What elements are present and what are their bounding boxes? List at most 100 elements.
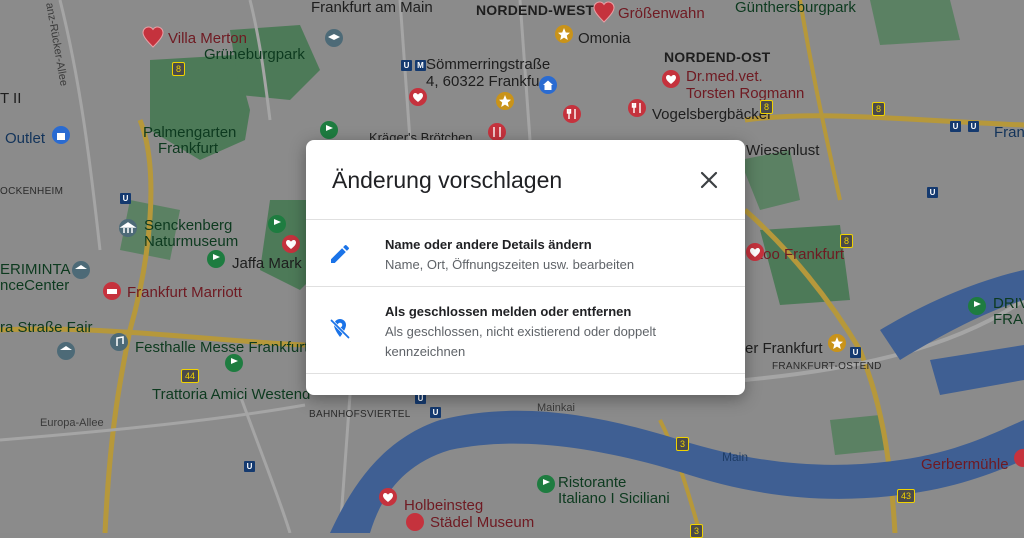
park-pin-icon[interactable]: [266, 214, 288, 236]
map-label-soemmerring-address: 4, 60322 Frankfu...: [426, 73, 552, 90]
music-pin-icon[interactable]: [108, 332, 130, 354]
map-label-frankfurt-marriott[interactable]: Frankfurt Marriott: [127, 285, 242, 301]
map-label-jaffa[interactable]: Jaffa Mark: [232, 256, 302, 272]
home-pin-icon[interactable]: [537, 75, 559, 97]
map-label-ristorante[interactable]: Ristorante: [558, 475, 626, 491]
museum-pin-icon[interactable]: [55, 341, 77, 363]
option-subtitle: Name, Ort, Öffnungszeiten usw. bearbeite…: [385, 257, 635, 272]
subway-icon: U: [401, 60, 412, 71]
heart-pin-icon[interactable]: [744, 242, 766, 264]
map-label-palmengarten[interactable]: Palmengarten: [143, 125, 236, 141]
heart-pin-icon[interactable]: [1012, 448, 1024, 470]
map-label-gerbermuehle[interactable]: Gerbermühle: [921, 457, 1009, 473]
map-label-dr-med-vet[interactable]: Dr.med.vet.: [686, 69, 763, 85]
map-label-trattoria[interactable]: Trattoria Amici Westend: [152, 387, 310, 403]
map-label-frankfurt: Frankfurt am Main: [311, 0, 433, 16]
subway-icon: U: [850, 347, 861, 358]
subway-icon: U: [950, 121, 961, 132]
map-label-frankfurt-ostend: FRANKFURT-OSTEND: [772, 361, 882, 372]
map-label-outlet[interactable]: Outlet: [5, 131, 45, 147]
dialog-title: Änderung vorschlagen: [332, 167, 563, 193]
heart-pin-icon[interactable]: [407, 87, 429, 109]
close-button[interactable]: [695, 166, 723, 194]
museum-pin-icon[interactable]: [70, 260, 92, 282]
heart-pin-icon[interactable]: [142, 26, 164, 48]
park-pin-icon[interactable]: [966, 296, 988, 318]
road-badge: 3: [690, 524, 704, 538]
map-label-zoo[interactable]: Zoo Frankfurt: [754, 247, 844, 263]
map-label-torsten-rogmann: Torsten Rogmann: [686, 85, 805, 102]
map-label-fran-top: Fran: [994, 124, 1024, 141]
heart-pin-icon[interactable]: [404, 512, 426, 534]
heart-pin-icon[interactable]: [593, 1, 615, 23]
subway-icon: M: [415, 60, 426, 71]
close-icon: [700, 171, 718, 189]
map-label-grueneburgpark: Grüneburgpark: [204, 46, 305, 63]
heart-pin-icon[interactable]: [660, 69, 682, 91]
road-badge: 8: [172, 62, 186, 76]
map-label-mainkai: Mainkai: [537, 402, 575, 414]
road-badge: 3: [676, 437, 690, 451]
map-label-strasse-fair: ra Straße Fair: [0, 319, 93, 336]
map-label-senckenberg[interactable]: Senckenberg: [144, 218, 232, 234]
option-title: Als geschlossen melden oder entfernen: [385, 304, 632, 319]
star-pin-icon[interactable]: [494, 91, 516, 113]
map-label-guenthersburgpark: Günthersburgpark: [735, 0, 856, 16]
map-label-nordend-west: NORDEND-WEST: [476, 2, 595, 18]
park-pin-icon[interactable]: [205, 249, 227, 271]
option-edit-details[interactable]: Name oder andere Details ändern Name, Or…: [306, 220, 745, 287]
map-label-italiano: Italiano I Siciliani: [558, 490, 670, 507]
school-pin-icon[interactable]: [323, 28, 345, 50]
map-label-palmengarten-frankfurt: Frankfurt: [158, 140, 219, 157]
road-badge: 8: [760, 100, 774, 114]
map-label-bahnhofsviertel: BAHNHOFSVIERTEL: [309, 409, 411, 420]
option-title: Name oder andere Details ändern: [385, 237, 592, 252]
pencil-icon: [328, 242, 352, 266]
map-label-europa-allee: Europa-Allee: [40, 417, 104, 429]
restaurant-pin-icon[interactable]: [561, 104, 583, 126]
map-label-villa-merton[interactable]: Villa Merton: [168, 31, 247, 47]
map-label-staedel[interactable]: Städel Museum: [430, 515, 534, 531]
map-label-ost-frankfurt: er Frankfurt: [745, 340, 823, 357]
road-badge: 8: [872, 102, 886, 116]
park-pin-icon[interactable]: [535, 474, 557, 496]
heart-pin-icon[interactable]: [280, 234, 302, 256]
dialog-header: Änderung vorschlagen: [306, 140, 745, 220]
restaurant-pin-icon[interactable]: [626, 98, 648, 120]
map-label-fran: FRAN: [993, 311, 1024, 328]
shopping-pin-icon[interactable]: [50, 125, 72, 147]
map-label-cecenter: nceCenter: [0, 277, 70, 294]
subway-icon: U: [120, 193, 131, 204]
park-pin-icon[interactable]: [318, 120, 340, 142]
map-label-west-ii: T II: [0, 90, 22, 107]
star-pin-icon[interactable]: [553, 24, 575, 46]
subway-icon: U: [244, 461, 255, 472]
suggest-edit-dialog: Änderung vorschlagen Name oder andere De…: [306, 140, 745, 395]
map-label-festhalle[interactable]: Festhalle Messe Frankfurt: [135, 340, 308, 356]
option-report-closed[interactable]: Als geschlossen melden oder entfernen Al…: [306, 287, 745, 374]
road-badge: 8: [840, 234, 854, 248]
road-badge: 43: [897, 489, 916, 503]
park-pin-icon[interactable]: [223, 353, 245, 375]
map-label-soemmerring[interactable]: Sömmerringstraße: [426, 57, 550, 73]
star-pin-icon[interactable]: [826, 333, 848, 355]
map-label-wiesenlust[interactable]: Wiesenlust: [746, 143, 819, 159]
location-off-icon: [328, 317, 352, 341]
subway-icon: U: [927, 187, 938, 198]
subway-icon: U: [430, 407, 441, 418]
map-label-derimintha: ERIMINTA: [0, 261, 71, 278]
subway-icon: U: [968, 121, 979, 132]
map-label-nordend-ost: NORDEND-OST: [664, 49, 771, 65]
map-label-drive: DRIV: [993, 295, 1024, 312]
map-label-bockenheim: OCKENHEIM: [0, 186, 64, 197]
map-label-main-river: Main: [722, 450, 749, 464]
heart-pin-icon[interactable]: [377, 487, 399, 509]
museum-pin-icon[interactable]: [117, 218, 139, 240]
option-subtitle: Als geschlossen, nicht existierend oder …: [385, 324, 656, 359]
map-label-grossenwahn[interactable]: Größenwahn: [618, 6, 705, 22]
map-label-naturmuseum: Naturmuseum: [144, 233, 239, 250]
hotel-pin-icon[interactable]: [101, 281, 123, 303]
road-badge: 44: [181, 369, 200, 383]
map-label-vogelsbergbaecker[interactable]: Vogelsbergbäcker: [652, 107, 772, 123]
map-label-omonia[interactable]: Omonia: [578, 31, 631, 47]
